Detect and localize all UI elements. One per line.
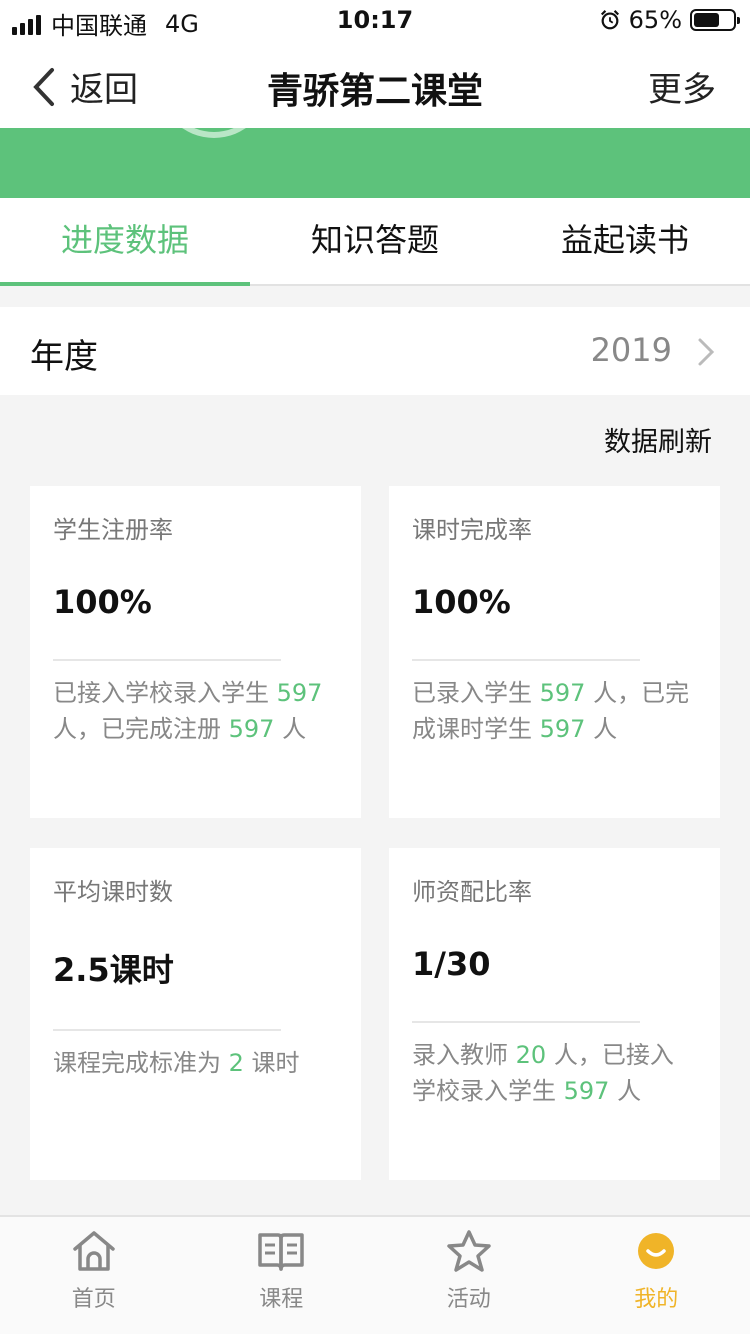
card-value: 1/30 [412,945,491,983]
tab-home-label: 首页 [71,1287,116,1312]
description-text: 人 [274,715,307,743]
tab-bar-top: 进度数据 知识答题 益起读书 [0,198,750,286]
divider [53,1029,281,1031]
tab-reading[interactable]: 益起读书 [500,198,750,284]
tab-progress-data[interactable]: 进度数据 [0,198,250,286]
avatar [158,128,270,138]
card-description: 已接入学校录入学生 597 人，已完成注册 597 人 [53,675,338,747]
tab-courses[interactable]: 课程 [188,1217,376,1334]
more-button[interactable]: 更多 [648,62,716,111]
card-description: 录入教师 20 人，已接入学校录入学生 597 人 [412,1037,697,1109]
status-bar: 中国联通 4G 10:17 65% [0,0,750,40]
highlight-number: 20 [515,1041,547,1069]
highlight-number: 597 [563,1077,610,1105]
bottom-tab-bar: 首页 课程 活动 我的 [0,1215,750,1334]
card-teacher-ratio: 师资配比率 1/30 录入教师 20 人，已接入学校录入学生 597 人 [389,848,720,1180]
card-value: 100% [412,583,511,621]
card-title: 师资配比率 [412,878,532,906]
divider [412,1021,640,1023]
card-registration-rate: 学生注册率 100% 已接入学校录入学生 597 人，已完成注册 597 人 [30,486,361,818]
tab-knowledge-quiz[interactable]: 知识答题 [250,198,500,284]
divider [53,659,281,661]
card-title: 平均课时数 [53,878,173,906]
year-value: 2019 [590,331,672,369]
tab-mine[interactable]: 我的 [563,1217,750,1334]
tab-activities-label: 活动 [446,1287,491,1312]
highlight-number: 597 [276,679,323,707]
year-selector[interactable]: 年度 2019 [0,307,750,395]
divider [412,659,640,661]
card-description: 已录入学生 597 人，已完成课时学生 597 人 [412,675,697,747]
refresh-data-button[interactable]: 数据刷新 [604,420,712,459]
card-value: 2.5课时 [53,951,174,989]
description-text: 人 [609,1077,642,1105]
description-text: 已录入学生 [412,679,540,707]
card-title: 学生注册率 [53,516,173,544]
tab-courses-label: 课程 [259,1287,304,1312]
tab-mine-label: 我的 [634,1287,679,1312]
star-icon [447,1230,491,1272]
chevron-right-icon [698,338,715,366]
card-completion-rate: 课时完成率 100% 已录入学生 597 人，已完成课时学生 597 人 [389,486,720,818]
highlight-number: 597 [539,715,586,743]
description-text: 课程完成标准为 [53,1049,229,1077]
description-text: 课时 [243,1049,300,1077]
highlight-number: 597 [228,715,275,743]
card-title: 课时完成率 [412,516,532,544]
card-description: 课程完成标准为 2 课时 [53,1045,338,1081]
header-banner [0,128,750,198]
description-text: 已接入学校录入学生 [53,679,277,707]
alarm-icon [600,10,619,30]
card-average-hours: 平均课时数 2.5课时 课程完成标准为 2 课时 [30,848,361,1180]
card-value: 100% [53,583,152,621]
year-label: 年度 [30,337,98,377]
page-title: 青骄第二课堂 [266,71,483,112]
smile-icon [638,1233,675,1269]
description-text: 录入教师 [412,1041,516,1069]
description-text: 人，已完成注册 [53,715,229,743]
navigation-bar: 返回 青骄第二课堂 更多 [0,40,750,128]
battery-percent: 65% [628,6,682,34]
tab-home[interactable]: 首页 [0,1217,188,1334]
highlight-number: 2 [228,1049,244,1077]
book-icon [258,1233,304,1271]
tab-activities[interactable]: 活动 [375,1217,563,1334]
highlight-number: 597 [539,679,586,707]
battery-icon [690,9,740,31]
description-text: 人 [585,715,618,743]
home-icon [73,1231,115,1271]
